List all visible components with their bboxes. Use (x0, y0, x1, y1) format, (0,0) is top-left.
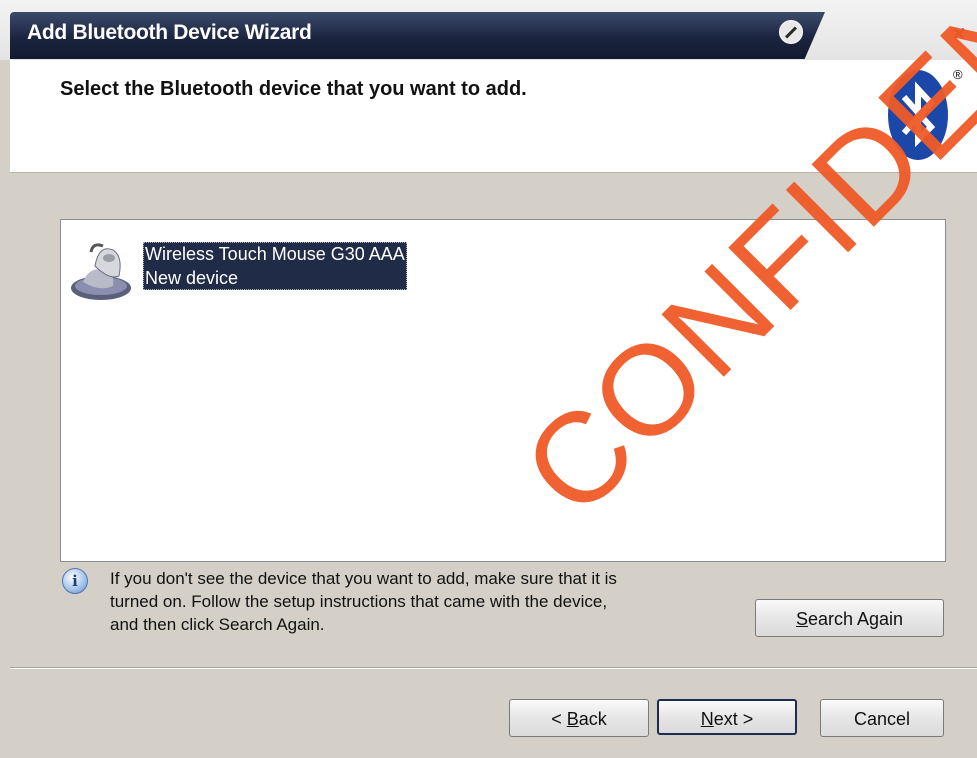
search-again-button[interactable]: Search Again (755, 599, 944, 637)
next-mnemonic: N (700, 709, 714, 729)
registered-mark: ® (953, 67, 963, 82)
mouse-icon (71, 243, 131, 300)
back-label: ack (578, 709, 607, 729)
back-button[interactable]: < Back (509, 699, 649, 737)
bluetooth-logo-icon (888, 70, 948, 160)
back-prefix: < (551, 709, 567, 729)
wizard-header: Select the Bluetooth device that you wan… (10, 60, 977, 173)
cancel-button[interactable]: Cancel (820, 699, 944, 737)
device-list[interactable]: Wireless Touch Mouse G30 AAA New device (60, 219, 946, 562)
next-label: ext > (713, 709, 754, 729)
info-line: If you don't see the device that you wan… (110, 569, 617, 588)
info-line: turned on. Follow the setup instructions… (110, 592, 608, 611)
page-title: Select the Bluetooth device that you wan… (60, 78, 527, 100)
title-bar: Add Bluetooth Device Wizard × (0, 0, 977, 60)
search-again-mnemonic: S (795, 609, 808, 629)
no-entry-icon[interactable] (779, 20, 803, 44)
device-status: New device (145, 268, 239, 288)
device-label[interactable]: Wireless Touch Mouse G30 AAA New device (143, 242, 407, 290)
next-button[interactable]: Next > (657, 699, 797, 735)
window-title: Add Bluetooth Device Wizard (27, 21, 312, 44)
back-mnemonic: B (566, 709, 579, 729)
info-icon: i (62, 568, 88, 594)
info-line: and then click Search Again. (110, 615, 325, 634)
footer-divider (10, 667, 977, 669)
info-message: If you don't see the device that you wan… (110, 567, 750, 636)
device-name: Wireless Touch Mouse G30 AAA (145, 244, 405, 264)
close-button[interactable]: × (945, 20, 973, 48)
search-again-label: earch Again (807, 609, 904, 629)
